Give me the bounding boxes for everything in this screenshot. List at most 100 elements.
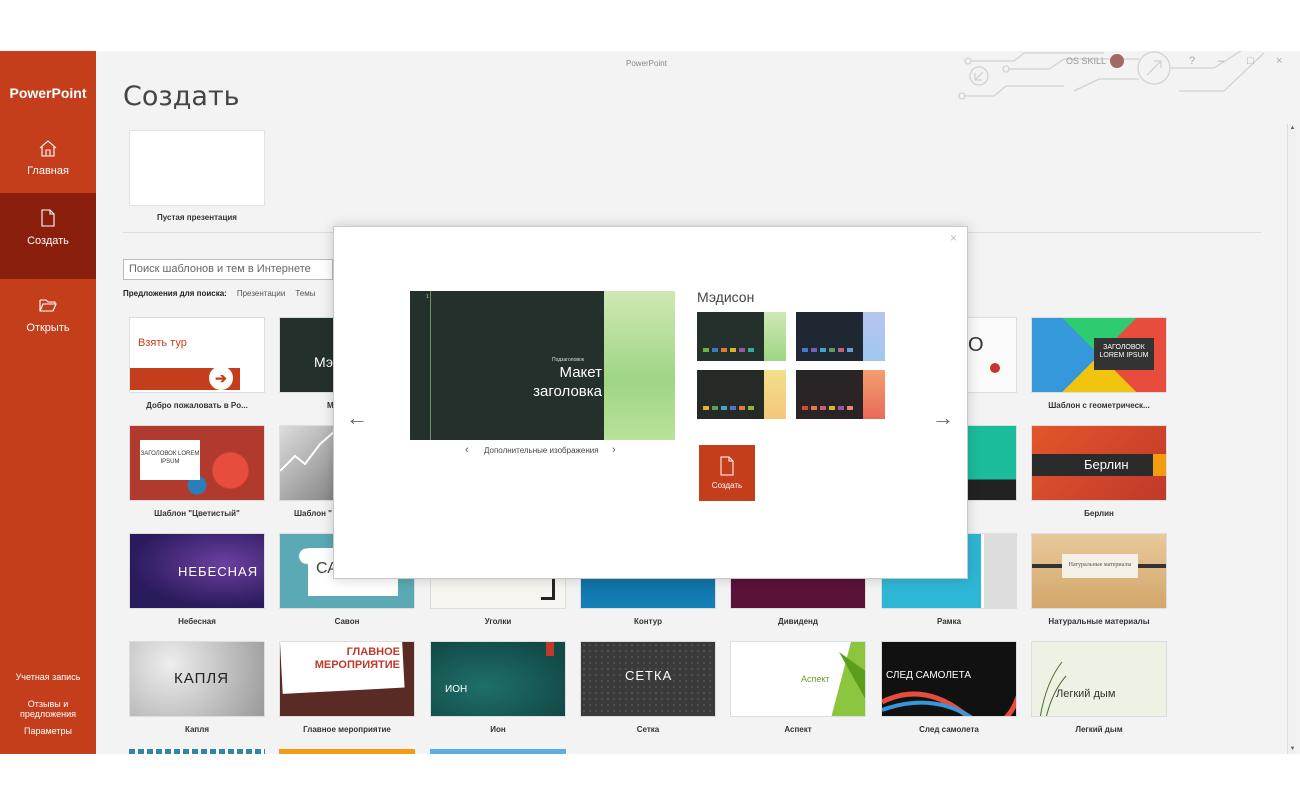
user-name[interactable]: OS SKILL <box>1066 56 1106 66</box>
variant-blue[interactable] <box>796 312 885 361</box>
slide-number: 1 <box>426 294 429 300</box>
nav-account[interactable]: Учетная запись <box>0 672 96 682</box>
prev-template-arrow-icon[interactable]: ← <box>346 405 368 431</box>
circuit-decoration <box>958 51 1265 100</box>
template-label: Добро пожаловать в Po... <box>146 401 248 410</box>
template-berlin[interactable]: Берлин Берлин <box>1031 425 1167 518</box>
thumb-text: Легкий дым <box>1056 688 1116 700</box>
triangle-shape-icon <box>831 642 865 716</box>
home-icon <box>39 140 57 157</box>
wisp-shape-icon <box>1039 661 1067 716</box>
slide-title: Макет заголовка <box>533 364 602 400</box>
thumb-text: Взять тур <box>138 337 187 349</box>
nav-feedback[interactable]: Отзывы и предложения <box>0 699 96 719</box>
minimize-icon[interactable]: – <box>1218 55 1224 67</box>
thumb-text: СЕТКА <box>625 668 673 683</box>
template-label: Шаблон с геометрическ... <box>1048 401 1150 410</box>
thumb-text: ЗАГОЛОВОК LOREM IPSUM <box>140 440 200 480</box>
template-thumb: НЕБЕСНАЯ <box>129 533 265 609</box>
slide-preview: 1 Подзаголовок Макет заголовка <box>410 291 675 440</box>
thumb-text: НЕБЕСНАЯ <box>178 564 259 579</box>
template-thumb: Аспект <box>730 641 866 717</box>
template-thumb: ИОН <box>430 641 566 717</box>
template-partial-zigzag[interactable] <box>129 749 265 754</box>
more-images-label: Дополнительные изображения <box>484 446 599 455</box>
nav-new[interactable]: Создать <box>0 193 96 279</box>
template-partial-orange[interactable] <box>279 749 415 754</box>
template-grid[interactable]: СЕТКА Сетка <box>580 641 716 734</box>
template-thumb: СЕТКА <box>580 641 716 717</box>
blank-presentation-label: Пустая презентация <box>157 213 237 222</box>
thumb-text: КАПЛЯ <box>174 670 230 687</box>
template-geometric[interactable]: ЗАГОЛОВОК LOREM IPSUM Шаблон с геометрич… <box>1031 317 1167 410</box>
thumb-text: Аспект <box>801 674 830 684</box>
template-thumb: КАПЛЯ <box>129 641 265 717</box>
template-thumb: Берлин <box>1031 425 1167 501</box>
search-input[interactable]: Поиск шаблонов и тем в Интернете <box>123 259 333 280</box>
template-label: Рамка <box>936 617 962 626</box>
restore-icon[interactable]: □ <box>1247 55 1254 67</box>
template-celestial[interactable]: НЕБЕСНАЯ Небесная <box>129 533 265 626</box>
new-document-icon <box>41 209 55 227</box>
blank-presentation-thumb[interactable] <box>129 130 265 206</box>
template-thumb: ГЛАВНОЕ МЕРОПРИЯТИЕ <box>279 641 415 717</box>
template-label: Аспект <box>784 725 812 734</box>
arrow-right-icon: ➔ <box>209 366 233 390</box>
create-button[interactable]: Создать <box>699 445 755 501</box>
variant-green[interactable] <box>697 312 786 361</box>
powerpoint-window: PowerPoint Главная Создать Открыть Учетн… <box>0 51 1300 754</box>
search-suggestions: Предложения для поиска: Презентации Темы <box>123 289 315 298</box>
template-label: Сетка <box>636 725 660 734</box>
scrollbar[interactable]: ▲ ▼ <box>1287 124 1296 754</box>
chevron-right-icon[interactable]: › <box>612 444 616 456</box>
template-label: Натуральные материалы <box>1048 617 1150 626</box>
template-label: Главное мероприятие <box>303 725 391 734</box>
template-label: Уголки <box>484 617 512 626</box>
template-partial-blue[interactable] <box>430 749 566 754</box>
suggest-link-presentations[interactable]: Презентации <box>237 289 285 298</box>
suggest-link-themes[interactable]: Темы <box>295 289 315 298</box>
template-thumb: Легкий дым <box>1031 641 1167 717</box>
avatar[interactable] <box>1110 54 1124 68</box>
template-main-event[interactable]: ГЛАВНОЕ МЕРОПРИЯТИЕ Главное мероприятие <box>279 641 415 734</box>
new-document-icon <box>720 456 734 476</box>
template-wisp[interactable]: Легкий дым Легкий дым <box>1031 641 1167 734</box>
nav-home-label: Главная <box>27 165 69 177</box>
template-ion[interactable]: ИОН Ион <box>430 641 566 734</box>
scroll-up-icon[interactable]: ▲ <box>1288 124 1297 133</box>
folder-open-icon <box>39 299 57 312</box>
thumb-text: ИОН <box>445 684 468 695</box>
template-natural[interactable]: Натуральные материалы Натуральные матери… <box>1031 533 1167 626</box>
template-floral[interactable]: ЗАГОЛОВОК LOREM IPSUM Шаблон "Цветистый" <box>129 425 265 518</box>
next-template-arrow-icon[interactable]: → <box>932 405 954 431</box>
thumb-text: Берлин <box>1084 457 1129 472</box>
backstage-sidebar: PowerPoint Главная Создать Открыть Учетн… <box>0 51 96 754</box>
nav-open[interactable]: Открыть <box>0 280 96 366</box>
template-thumb: Взять тур ➔ <box>129 317 265 393</box>
page-title: Создать <box>123 81 240 112</box>
scroll-down-icon[interactable]: ▼ <box>1288 745 1297 754</box>
template-label: След самолета <box>919 725 979 734</box>
close-window-icon[interactable]: × <box>1276 55 1282 67</box>
nav-new-label: Создать <box>27 235 69 247</box>
template-preview-dialog: × 1 Подзаголовок Макет заголовка ‹ Допол… <box>333 226 968 579</box>
nav-options[interactable]: Параметры <box>0 726 96 736</box>
template-label: Дивиденд <box>778 617 818 626</box>
template-thumb: ЗАГОЛОВОК LOREM IPSUM <box>1031 317 1167 393</box>
close-icon[interactable]: × <box>950 231 957 245</box>
chevron-left-icon[interactable]: ‹ <box>465 444 469 456</box>
help-icon[interactable]: ? <box>1189 55 1195 67</box>
template-label: Небесная <box>178 617 216 626</box>
template-thumb: ЗАГОЛОВОК LOREM IPSUM <box>129 425 265 501</box>
template-vapor-trail[interactable]: СЛЕД САМОЛЕТА След самолета <box>881 641 1017 734</box>
thumb-text: ЗАГОЛОВОК LOREM IPSUM <box>1094 338 1154 370</box>
template-droplet[interactable]: КАПЛЯ Капля <box>129 641 265 734</box>
template-thumb: СЛЕД САМОЛЕТА <box>881 641 1017 717</box>
variant-yellow[interactable] <box>697 370 786 419</box>
template-aspect[interactable]: Аспект Аспект <box>730 641 866 734</box>
template-label: Капля <box>184 725 209 734</box>
thumb-text: Натуральные материалы <box>1062 554 1138 578</box>
template-take-tour[interactable]: Взять тур ➔ Добро пожаловать в Po... <box>129 317 265 410</box>
variant-red[interactable] <box>796 370 885 419</box>
template-label: Легкий дым <box>1075 725 1123 734</box>
